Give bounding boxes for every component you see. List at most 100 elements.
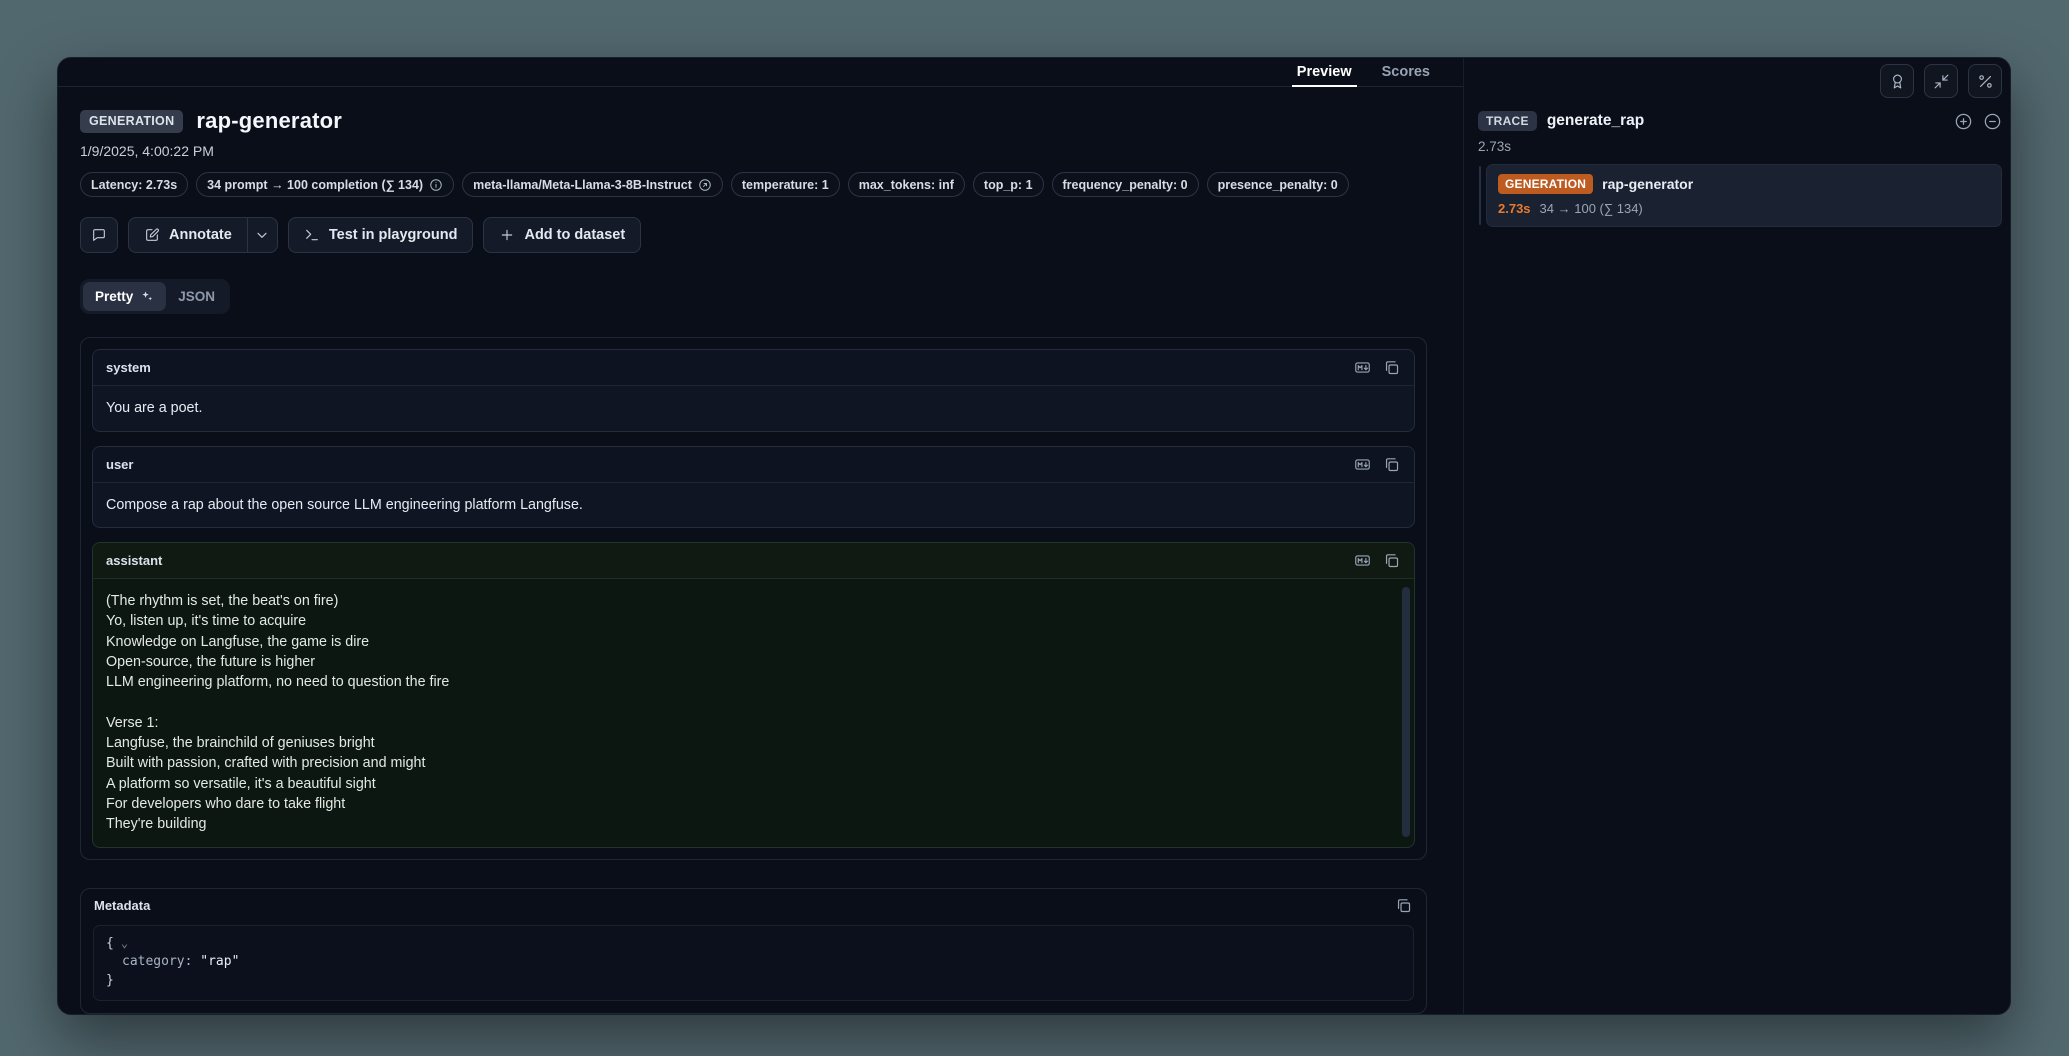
message-content: Compose a rap about the open source LLM … — [93, 483, 1414, 527]
message-role-label: assistant — [106, 553, 162, 568]
collapse-panel-button[interactable] — [1924, 64, 1958, 98]
copy-button[interactable] — [1382, 358, 1401, 377]
tree-node-name: rap-generator — [1602, 176, 1693, 192]
annotate-split-button: Annotate — [128, 217, 278, 253]
collapse-json-chevron[interactable]: ⌄ — [121, 936, 128, 950]
metadata-title: Metadata — [94, 898, 150, 913]
markdown-toggle-button[interactable] — [1353, 551, 1372, 570]
add-to-dataset-label: Add to dataset — [524, 227, 625, 243]
action-buttons-row: Annotate Test in playground Add to datas… — [80, 217, 1427, 253]
user-message-header: user — [93, 447, 1414, 483]
markdown-icon — [1354, 456, 1371, 473]
json-open-brace: { — [106, 936, 114, 951]
copy-button[interactable] — [1382, 551, 1401, 570]
collapse-icon — [1933, 73, 1950, 90]
plus-icon — [499, 227, 515, 243]
metadata-card: Metadata {⌄ category: "rap" } — [80, 888, 1427, 1014]
json-view-toggle[interactable]: JSON — [166, 282, 227, 311]
comment-button[interactable] — [80, 217, 118, 253]
generation-type-badge: GENERATION — [80, 110, 183, 133]
json-value: "rap" — [200, 954, 239, 969]
token-usage-pill[interactable]: 34 prompt → 100 completion (∑ 134) — [196, 172, 454, 197]
json-entry-line: category: "rap" — [106, 953, 1401, 971]
message-role-label: user — [106, 457, 133, 472]
json-open-line: {⌄ — [106, 935, 1401, 953]
frequency-penalty-label: frequency_penalty: 0 — [1063, 178, 1188, 192]
metadata-json-viewer: {⌄ category: "rap" } — [93, 925, 1414, 1001]
json-close-line: } — [106, 972, 1401, 990]
token-usage-label: 34 prompt → 100 completion (∑ 134) — [207, 178, 423, 192]
system-message-card: system You are a poet. — [92, 349, 1415, 431]
view-mode-toggle: Pretty JSON — [80, 279, 230, 314]
model-name-label: meta-llama/Meta-Llama-3-8B-Instruct — [473, 178, 692, 192]
sparkles-icon — [140, 290, 154, 304]
annotation-queue-button[interactable] — [1880, 64, 1914, 98]
max-tokens-pill: max_tokens: inf — [848, 172, 965, 197]
messages-container: system You are a poet. — [80, 337, 1427, 859]
message-header-actions — [1353, 358, 1401, 377]
award-icon — [1889, 73, 1906, 90]
markdown-toggle-button[interactable] — [1353, 358, 1372, 377]
annotate-button[interactable]: Annotate — [128, 217, 248, 253]
tab-preview[interactable]: Preview — [1282, 58, 1367, 86]
assistant-message-header: assistant — [93, 543, 1414, 579]
copy-icon — [1383, 359, 1400, 376]
top-p-pill: top_p: 1 — [973, 172, 1044, 197]
annotate-dropdown-button[interactable] — [247, 217, 278, 253]
temperature-pill: temperature: 1 — [731, 172, 840, 197]
page-background: Preview Scores GENERATION rap-generator … — [0, 0, 2069, 1056]
tree-node-stats-row: 2.73s 34 → 100 (∑ 134) — [1498, 201, 1990, 216]
tab-scores[interactable]: Scores — [1367, 58, 1445, 86]
pretty-view-toggle[interactable]: Pretty — [83, 282, 166, 311]
message-content: (The rhythm is set, the beat's on fire) … — [93, 579, 1414, 847]
copy-button[interactable] — [1394, 896, 1413, 915]
markdown-icon — [1354, 359, 1371, 376]
message-header-actions — [1353, 551, 1401, 570]
assistant-message-card: assistant (The rhythm is set, the beat' — [92, 542, 1415, 848]
pretty-label: Pretty — [95, 289, 133, 304]
message-scrollbar[interactable] — [1402, 587, 1410, 837]
show-percentages-button[interactable] — [1968, 64, 2002, 98]
model-details-icon — [698, 178, 712, 192]
test-in-playground-label: Test in playground — [329, 227, 458, 243]
plus-circle-icon — [1954, 112, 1973, 131]
trace-type-badge: TRACE — [1478, 111, 1537, 131]
collapse-all-button[interactable] — [1983, 112, 2002, 131]
frequency-penalty-pill: frequency_penalty: 0 — [1052, 172, 1199, 197]
json-key: category: — [122, 954, 192, 969]
model-pill[interactable]: meta-llama/Meta-Llama-3-8B-Instruct — [462, 172, 723, 197]
temperature-label: temperature: 1 — [742, 178, 829, 192]
copy-icon — [1395, 897, 1412, 914]
percent-icon — [1977, 73, 1994, 90]
copy-button[interactable] — [1382, 455, 1401, 474]
minus-circle-icon — [1983, 112, 2002, 131]
user-message-card: user Compose a rap about the open sourc — [92, 446, 1415, 528]
tree-node-token-counts: 34 → 100 (∑ 134) — [1540, 201, 1643, 216]
markdown-toggle-button[interactable] — [1353, 455, 1372, 474]
top-p-label: top_p: 1 — [984, 178, 1033, 192]
tree-node-title-row: GENERATION rap-generator — [1498, 174, 1990, 194]
json-label: JSON — [178, 289, 215, 304]
observation-timestamp: 1/9/2025, 4:00:22 PM — [80, 143, 1427, 159]
latency-pill-label: Latency: 2.73s — [91, 178, 177, 192]
expand-all-button[interactable] — [1954, 112, 1973, 131]
chevron-down-icon — [254, 227, 270, 243]
trace-header-row: TRACE generate_rap — [1478, 111, 2002, 131]
copy-icon — [1383, 552, 1400, 569]
message-content: You are a poet. — [93, 386, 1414, 430]
tree-node-rap-generator[interactable]: GENERATION rap-generator 2.73s 34 → 100 … — [1486, 164, 2002, 227]
markdown-icon — [1354, 552, 1371, 569]
pen-icon — [144, 227, 160, 243]
info-icon — [429, 178, 443, 192]
message-role-label: system — [106, 360, 151, 375]
trace-total-duration: 2.73s — [1478, 139, 2002, 154]
copy-icon — [1383, 456, 1400, 473]
test-in-playground-button[interactable]: Test in playground — [288, 217, 474, 253]
add-to-dataset-button[interactable]: Add to dataset — [483, 217, 641, 253]
max-tokens-label: max_tokens: inf — [859, 178, 954, 192]
presence-penalty-pill: presence_penalty: 0 — [1207, 172, 1349, 197]
comment-icon — [91, 227, 107, 243]
system-message-header: system — [93, 350, 1414, 386]
latency-pill: Latency: 2.73s — [80, 172, 188, 197]
annotate-label: Annotate — [169, 227, 232, 243]
